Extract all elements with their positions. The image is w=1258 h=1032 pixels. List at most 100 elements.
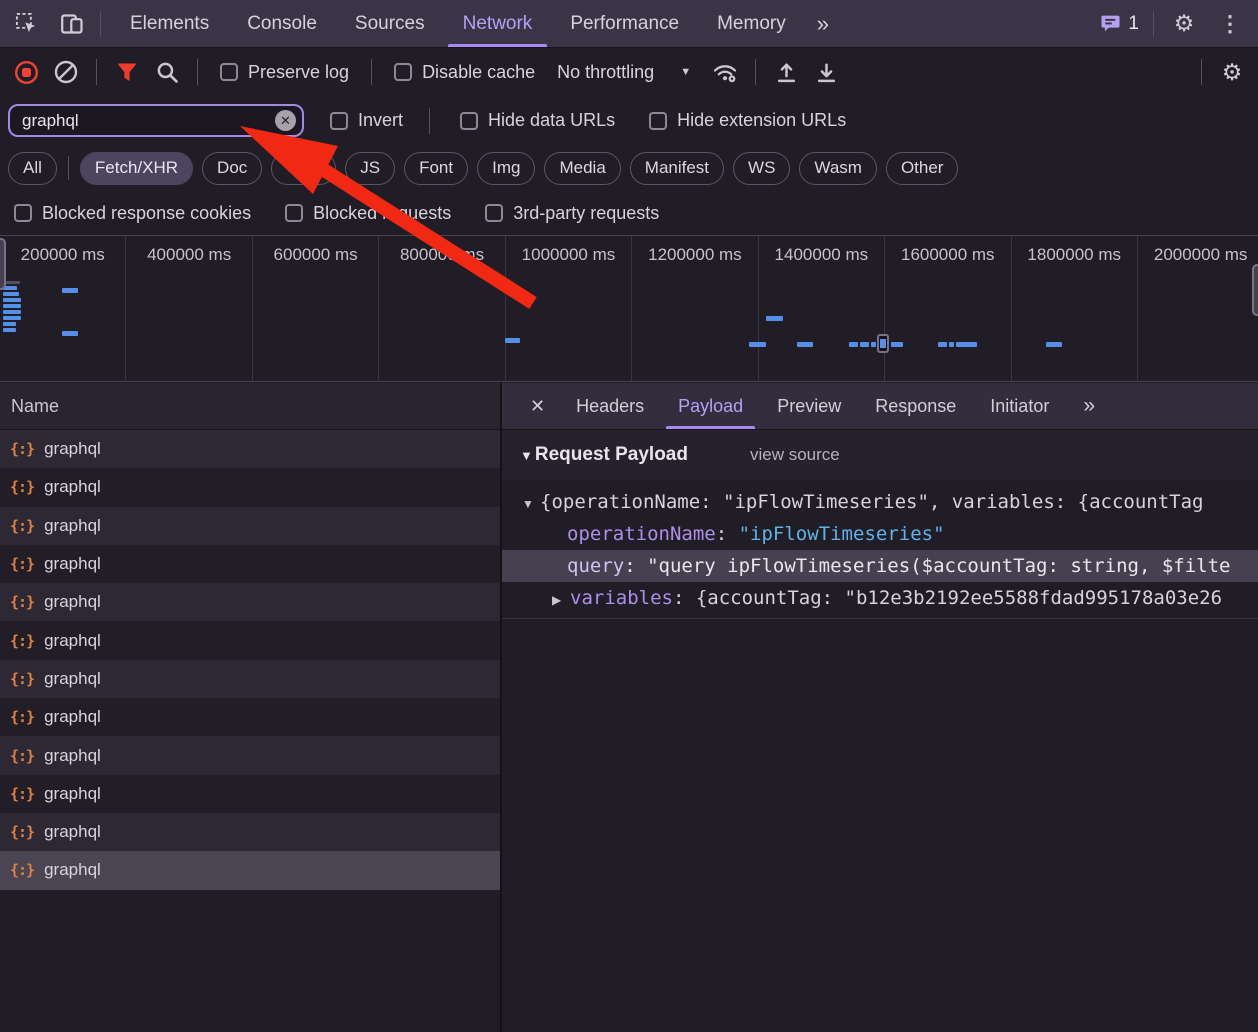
chip-media[interactable]: Media <box>544 152 620 185</box>
network-filter-row: ✕ Invert Hide data URLs Hide extension U… <box>0 96 1258 145</box>
request-row[interactable]: {:}graphql <box>0 430 500 468</box>
invert-checkbox[interactable] <box>330 112 348 130</box>
chip-css[interactable]: CSS <box>271 152 336 185</box>
tab-initiator[interactable]: Initiator <box>973 383 1066 429</box>
request-name: graphql <box>44 631 101 651</box>
disable-cache-checkbox[interactable] <box>394 63 412 81</box>
devtools-tab-bar: Elements Console Sources Network Perform… <box>0 0 1258 48</box>
hide-extension-urls-checkbox[interactable] <box>649 112 667 130</box>
json-request-icon: {:} <box>10 708 34 726</box>
export-har-icon[interactable] <box>810 56 842 88</box>
timeline-bar <box>949 342 954 347</box>
network-settings-gear-icon[interactable]: ⚙ <box>1216 56 1248 88</box>
chip-img[interactable]: Img <box>477 152 535 185</box>
request-row[interactable]: {:} graphql <box>0 698 500 736</box>
issues-badge[interactable]: 1 <box>1100 13 1139 35</box>
timeline-bar <box>3 316 21 320</box>
clear-filter-icon[interactable]: ✕ <box>275 110 296 131</box>
payload-query-line[interactable]: query: "query ipFlowTimeseries($accountT… <box>502 550 1258 582</box>
timeline-bar <box>3 292 19 296</box>
inspect-element-icon[interactable] <box>10 8 42 40</box>
tab-response[interactable]: Response <box>858 383 973 429</box>
tab-headers[interactable]: Headers <box>559 383 661 429</box>
panel-tabs: Elements Console Sources Network Perform… <box>111 0 841 47</box>
payload-json-tree: ▼{operationName: "ipFlowTimeseries", var… <box>502 480 1258 619</box>
tab-performance[interactable]: Performance <box>551 0 698 47</box>
chip-font[interactable]: Font <box>404 152 468 185</box>
tab-payload[interactable]: Payload <box>661 383 760 429</box>
chip-other[interactable]: Other <box>886 152 959 185</box>
request-row[interactable]: {:}graphql <box>0 736 500 774</box>
timeline-bar <box>3 328 16 332</box>
request-row[interactable]: {:}graphql <box>0 621 500 659</box>
json-request-icon: {:} <box>10 517 34 535</box>
third-party-requests-checkbox[interactable] <box>485 204 503 222</box>
more-tabs-icon[interactable]: » <box>805 0 841 47</box>
blocked-requests-checkbox[interactable] <box>285 204 303 222</box>
tab-preview[interactable]: Preview <box>760 383 858 429</box>
divider <box>1201 59 1202 85</box>
request-name: graphql <box>44 707 101 727</box>
request-row-selected[interactable]: {:} graphql <box>0 851 500 889</box>
view-source-link[interactable]: view source <box>750 445 840 465</box>
preserve-log-checkbox[interactable] <box>220 63 238 81</box>
request-details-panel: ✕ Headers Payload Preview Response Initi… <box>502 383 1258 1032</box>
payload-operation-line[interactable]: operationName: "ipFlowTimeseries" <box>502 518 1258 550</box>
json-string-value: "ipFlowTimeseries" <box>739 523 945 545</box>
tab-network[interactable]: Network <box>444 0 552 47</box>
network-conditions-icon[interactable] <box>709 56 741 88</box>
clear-network-log-icon[interactable] <box>50 56 82 88</box>
request-row[interactable]: {:}graphql <box>0 660 500 698</box>
close-details-icon[interactable]: ✕ <box>516 383 559 429</box>
chip-ws[interactable]: WS <box>733 152 790 185</box>
request-row[interactable]: {:}graphql <box>0 468 500 506</box>
chip-all[interactable]: All <box>8 152 57 185</box>
extra-filters-row: Blocked response cookies Blocked request… <box>0 191 1258 235</box>
record-network-log-icon[interactable] <box>10 56 42 88</box>
tab-elements[interactable]: Elements <box>111 0 228 47</box>
hide-data-urls-checkbox[interactable] <box>460 112 478 130</box>
blocked-response-cookies-checkbox[interactable] <box>14 204 32 222</box>
tab-console[interactable]: Console <box>228 0 336 47</box>
filter-input[interactable] <box>22 111 275 131</box>
settings-gear-icon[interactable]: ⚙ <box>1168 8 1200 40</box>
chip-manifest[interactable]: Manifest <box>630 152 724 185</box>
payload-root-line[interactable]: ▼{operationName: "ipFlowTimeseries", var… <box>502 486 1258 518</box>
request-name: graphql <box>44 477 101 497</box>
request-row[interactable]: {:}graphql <box>0 583 500 621</box>
request-name: graphql <box>44 784 101 804</box>
throttling-value: No throttling <box>557 62 654 83</box>
timeline-bar <box>62 288 78 293</box>
request-payload-section-header[interactable]: ▼ Request Payload view source <box>502 430 1258 480</box>
more-details-tabs-icon[interactable]: » <box>1066 383 1112 429</box>
filter-icon[interactable] <box>111 56 143 88</box>
request-row[interactable]: {:}graphql <box>0 813 500 851</box>
json-request-icon: {:} <box>10 670 34 688</box>
import-har-icon[interactable] <box>770 56 802 88</box>
json-request-icon: {:} <box>10 861 34 879</box>
overview-left-grip[interactable] <box>0 238 6 290</box>
device-toolbar-icon[interactable] <box>56 8 88 40</box>
overview-right-grip[interactable] <box>1252 264 1258 316</box>
chip-js[interactable]: JS <box>345 152 395 185</box>
search-icon[interactable] <box>151 56 183 88</box>
name-column-header[interactable]: Name <box>0 383 500 430</box>
timeline-bar <box>749 342 766 347</box>
payload-variables-line[interactable]: ▶variables: {accountTag: "b12e3b2192ee55… <box>502 582 1258 614</box>
chip-wasm[interactable]: Wasm <box>799 152 877 185</box>
request-row[interactable]: {:}graphql <box>0 545 500 583</box>
request-row[interactable]: {:}graphql <box>0 507 500 545</box>
network-overview-timeline[interactable]: 200000 ms 400000 ms 600000 ms 800000 ms … <box>0 235 1258 382</box>
divider <box>429 108 430 134</box>
request-name: graphql <box>44 860 101 880</box>
json-request-icon: {:} <box>10 593 34 611</box>
throttling-dropdown[interactable]: No throttling ▼ <box>557 62 691 83</box>
chip-doc[interactable]: Doc <box>202 152 262 185</box>
request-name: graphql <box>44 439 101 459</box>
tab-memory[interactable]: Memory <box>698 0 805 47</box>
chip-fetch-xhr[interactable]: Fetch/XHR <box>80 152 193 185</box>
kebab-menu-icon[interactable]: ⋮ <box>1214 8 1246 40</box>
divider <box>68 156 69 180</box>
tab-sources[interactable]: Sources <box>336 0 444 47</box>
request-row[interactable]: {:}graphql <box>0 775 500 813</box>
